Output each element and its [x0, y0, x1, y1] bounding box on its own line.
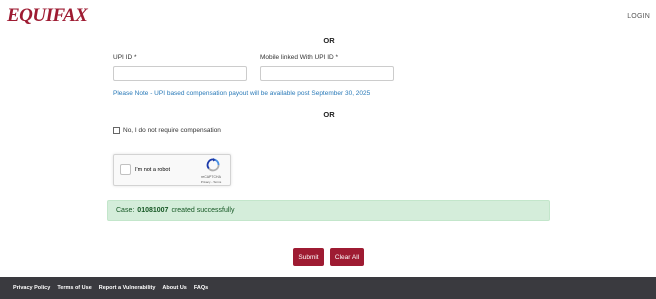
or-divider-top: OR [323, 36, 335, 45]
footer-link-about-us[interactable]: About Us [162, 285, 186, 291]
success-alert: Case: 01081007 created successfully [107, 200, 550, 221]
upi-id-label: UPI ID * [113, 54, 137, 61]
clear-all-button[interactable]: Clear All [330, 248, 364, 266]
footer-link-privacy-policy[interactable]: Privacy Policy [13, 285, 50, 291]
recaptcha-links[interactable]: Privacy - Terms [196, 180, 226, 184]
recaptcha-widget: I'm not a robot reCAPTCHA Privacy - Term… [113, 154, 231, 186]
footer-link-report-vulnerability[interactable]: Report a Vulnerability [99, 285, 156, 291]
alert-suffix: created successfully [171, 207, 235, 214]
recaptcha-label: I'm not a robot [135, 167, 170, 173]
mobile-input[interactable] [260, 66, 394, 81]
footer-link-faqs[interactable]: FAQs [194, 285, 208, 291]
login-link[interactable]: LOGIN [627, 13, 650, 20]
main-content: OR UPI ID * Mobile linked With UPI ID * … [0, 34, 656, 277]
top-navbar: EQUIFAX LOGIN [0, 0, 656, 35]
mobile-label: Mobile linked With UPI ID * [260, 54, 339, 61]
footer-link-terms-of-use[interactable]: Terms of Use [57, 285, 91, 291]
alert-prefix: Case: [116, 207, 135, 214]
submit-button[interactable]: Submit [293, 248, 324, 266]
no-compensation-checkbox[interactable] [113, 127, 120, 134]
upi-id-input[interactable] [113, 66, 247, 81]
upi-payout-note: Please Note - UPI based compensation pay… [113, 90, 371, 97]
or-divider-middle: OR [323, 110, 335, 119]
case-number: 01081007 [137, 207, 169, 214]
recaptcha-brand: reCAPTCHA [201, 175, 221, 179]
recaptcha-checkbox[interactable] [120, 164, 131, 175]
recaptcha-icon [206, 158, 220, 172]
footer: Privacy Policy Terms of Use Report a Vul… [0, 277, 656, 299]
no-compensation-label[interactable]: No, I do not require compensation [123, 127, 221, 134]
no-compensation-row[interactable]: No, I do not require compensation [113, 127, 221, 134]
equifax-logo[interactable]: EQUIFAX [7, 6, 88, 26]
